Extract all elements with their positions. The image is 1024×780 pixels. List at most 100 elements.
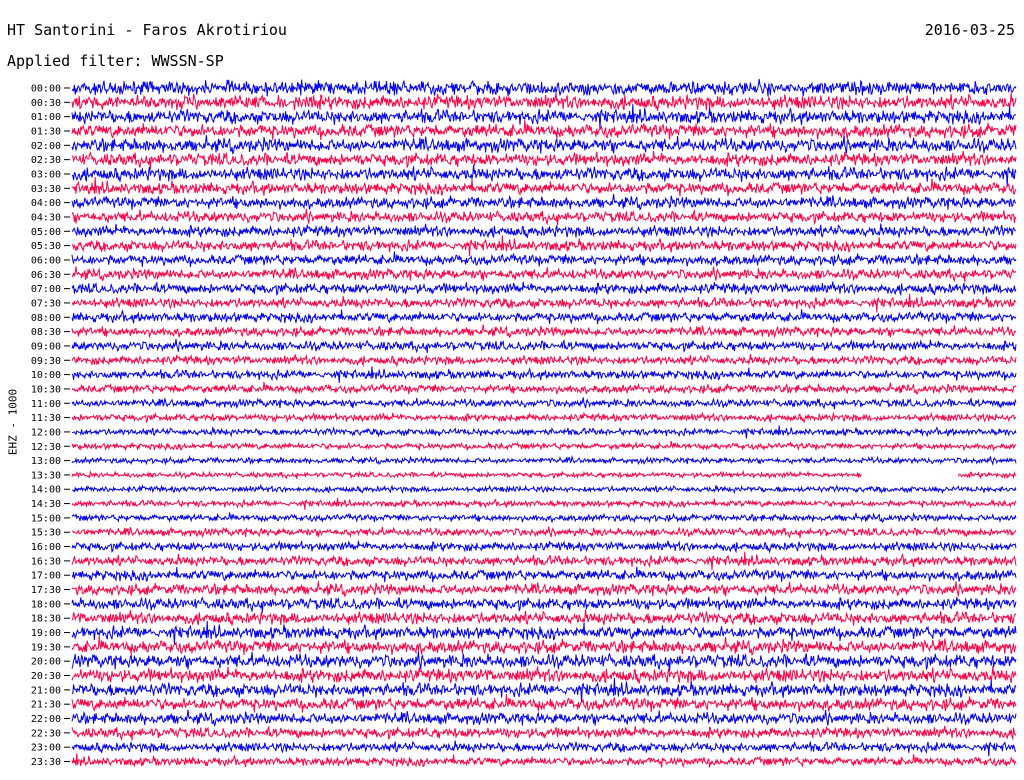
traces xyxy=(71,79,1017,769)
trace-1430 xyxy=(71,497,1017,510)
trace-0000 xyxy=(71,79,1017,97)
trace-0200 xyxy=(71,134,1017,155)
trace-0300 xyxy=(71,164,1017,187)
trace-0230 xyxy=(71,150,1017,170)
trace-0700 xyxy=(71,281,1017,297)
row-label: 08:00 xyxy=(31,313,61,324)
row-label: 03:30 xyxy=(31,184,61,195)
trace-1100 xyxy=(71,397,1017,410)
row-label: 08:30 xyxy=(31,327,61,338)
row-label: 23:00 xyxy=(31,743,61,754)
row-label: 03:00 xyxy=(31,169,61,180)
row-label: 04:00 xyxy=(31,198,61,209)
trace-0600 xyxy=(71,251,1017,267)
row-label: 22:30 xyxy=(31,728,61,739)
row-label: 12:30 xyxy=(31,442,61,453)
row-label: 01:30 xyxy=(31,126,61,137)
row-label: 18:00 xyxy=(31,599,61,610)
row-label: 05:00 xyxy=(31,227,61,238)
row-label: 19:00 xyxy=(31,628,61,639)
trace-1400 xyxy=(72,483,1017,495)
row-label: 20:00 xyxy=(31,657,61,668)
trace-1200 xyxy=(71,425,1017,439)
trace-0330 xyxy=(71,177,1017,197)
trace-1130 xyxy=(71,411,1017,424)
row-label: 09:30 xyxy=(31,356,61,367)
row-label: 21:00 xyxy=(31,685,61,696)
trace-1900 xyxy=(71,620,1017,645)
trace-0400 xyxy=(71,193,1017,211)
row-label: 11:30 xyxy=(31,413,61,424)
row-label: 17:00 xyxy=(31,571,61,582)
helicorder-plot: 00:00 00:30 01:00 01:30 02:00 02:30 03:00 03:30… xyxy=(31,79,1017,769)
row-label: 09:00 xyxy=(31,341,61,352)
trace-2030 xyxy=(71,665,1017,684)
trace-1600 xyxy=(71,539,1017,554)
trace-1700 xyxy=(71,566,1017,583)
trace-2100 xyxy=(71,677,1017,703)
row-label: 02:30 xyxy=(31,155,61,166)
row-label: 00:00 xyxy=(31,84,61,95)
row-label: 07:00 xyxy=(31,284,61,295)
trace-2200 xyxy=(71,709,1017,727)
trace-0900 xyxy=(71,338,1017,354)
trace-1000 xyxy=(71,366,1017,384)
row-label: 04:30 xyxy=(31,212,61,223)
trace-0630 xyxy=(71,266,1017,283)
trace-1730 xyxy=(71,581,1017,598)
row-label: 16:30 xyxy=(31,556,61,567)
trace-1630 xyxy=(71,551,1017,571)
trace-1530 xyxy=(71,526,1017,539)
row-label: 15:30 xyxy=(31,528,61,539)
trace-1830 xyxy=(71,609,1017,627)
row-label: 19:30 xyxy=(31,642,61,653)
trace-2000 xyxy=(71,651,1017,672)
row-label: 21:30 xyxy=(31,700,61,711)
trace-2230 xyxy=(71,725,1017,742)
row-label: 22:00 xyxy=(31,714,61,725)
trace-2330 xyxy=(71,753,1017,769)
row-label: 14:00 xyxy=(31,485,61,496)
trace-0830 xyxy=(71,324,1017,339)
trace-0530 xyxy=(71,235,1017,257)
trace-0130 xyxy=(71,119,1017,141)
row-label: 13:30 xyxy=(31,470,61,481)
trace-1330 xyxy=(71,469,1017,480)
row-label: 10:00 xyxy=(31,370,61,381)
row-label: 10:30 xyxy=(31,384,61,395)
trace-1500 xyxy=(71,511,1017,524)
trace-1230 xyxy=(71,441,1017,452)
row-label: 13:00 xyxy=(31,456,61,467)
row-label: 07:30 xyxy=(31,298,61,309)
row-label: 17:30 xyxy=(31,585,61,596)
row-label: 01:00 xyxy=(31,112,61,123)
trace-0730 xyxy=(71,293,1017,313)
trace-1300 xyxy=(71,454,1017,467)
row-label: 16:00 xyxy=(31,542,61,553)
trace-0800 xyxy=(71,309,1017,325)
row-label: 14:30 xyxy=(31,499,61,510)
row-label: 06:30 xyxy=(31,270,61,281)
station-title: HT Santorini - Faros Akrotiriou xyxy=(7,21,287,39)
row-label: 15:00 xyxy=(31,513,61,524)
row-labels: 00:00 00:30 01:00 01:30 02:00 02:30 03:00 03:30… xyxy=(31,84,70,768)
trace-0500 xyxy=(71,223,1016,239)
trace-2300 xyxy=(71,740,1017,757)
trace-0430 xyxy=(71,208,1017,226)
trace-1930 xyxy=(71,636,1017,657)
trace-0930 xyxy=(71,353,1017,368)
row-label: 18:30 xyxy=(31,614,61,625)
row-label: 06:00 xyxy=(31,255,61,266)
trace-0030 xyxy=(71,92,1017,111)
record-date: 2016-03-25 xyxy=(924,21,1015,39)
row-label: 00:30 xyxy=(31,98,61,109)
row-label: 20:30 xyxy=(31,671,61,682)
row-label: 05:30 xyxy=(31,241,61,252)
trace-0100 xyxy=(71,104,1017,130)
row-label: 02:00 xyxy=(31,141,61,152)
trace-1030 xyxy=(71,382,1017,395)
row-label: 11:00 xyxy=(31,399,61,410)
row-label: 23:30 xyxy=(31,757,61,768)
trace-1800 xyxy=(71,596,1017,613)
row-label: 12:00 xyxy=(31,427,61,438)
